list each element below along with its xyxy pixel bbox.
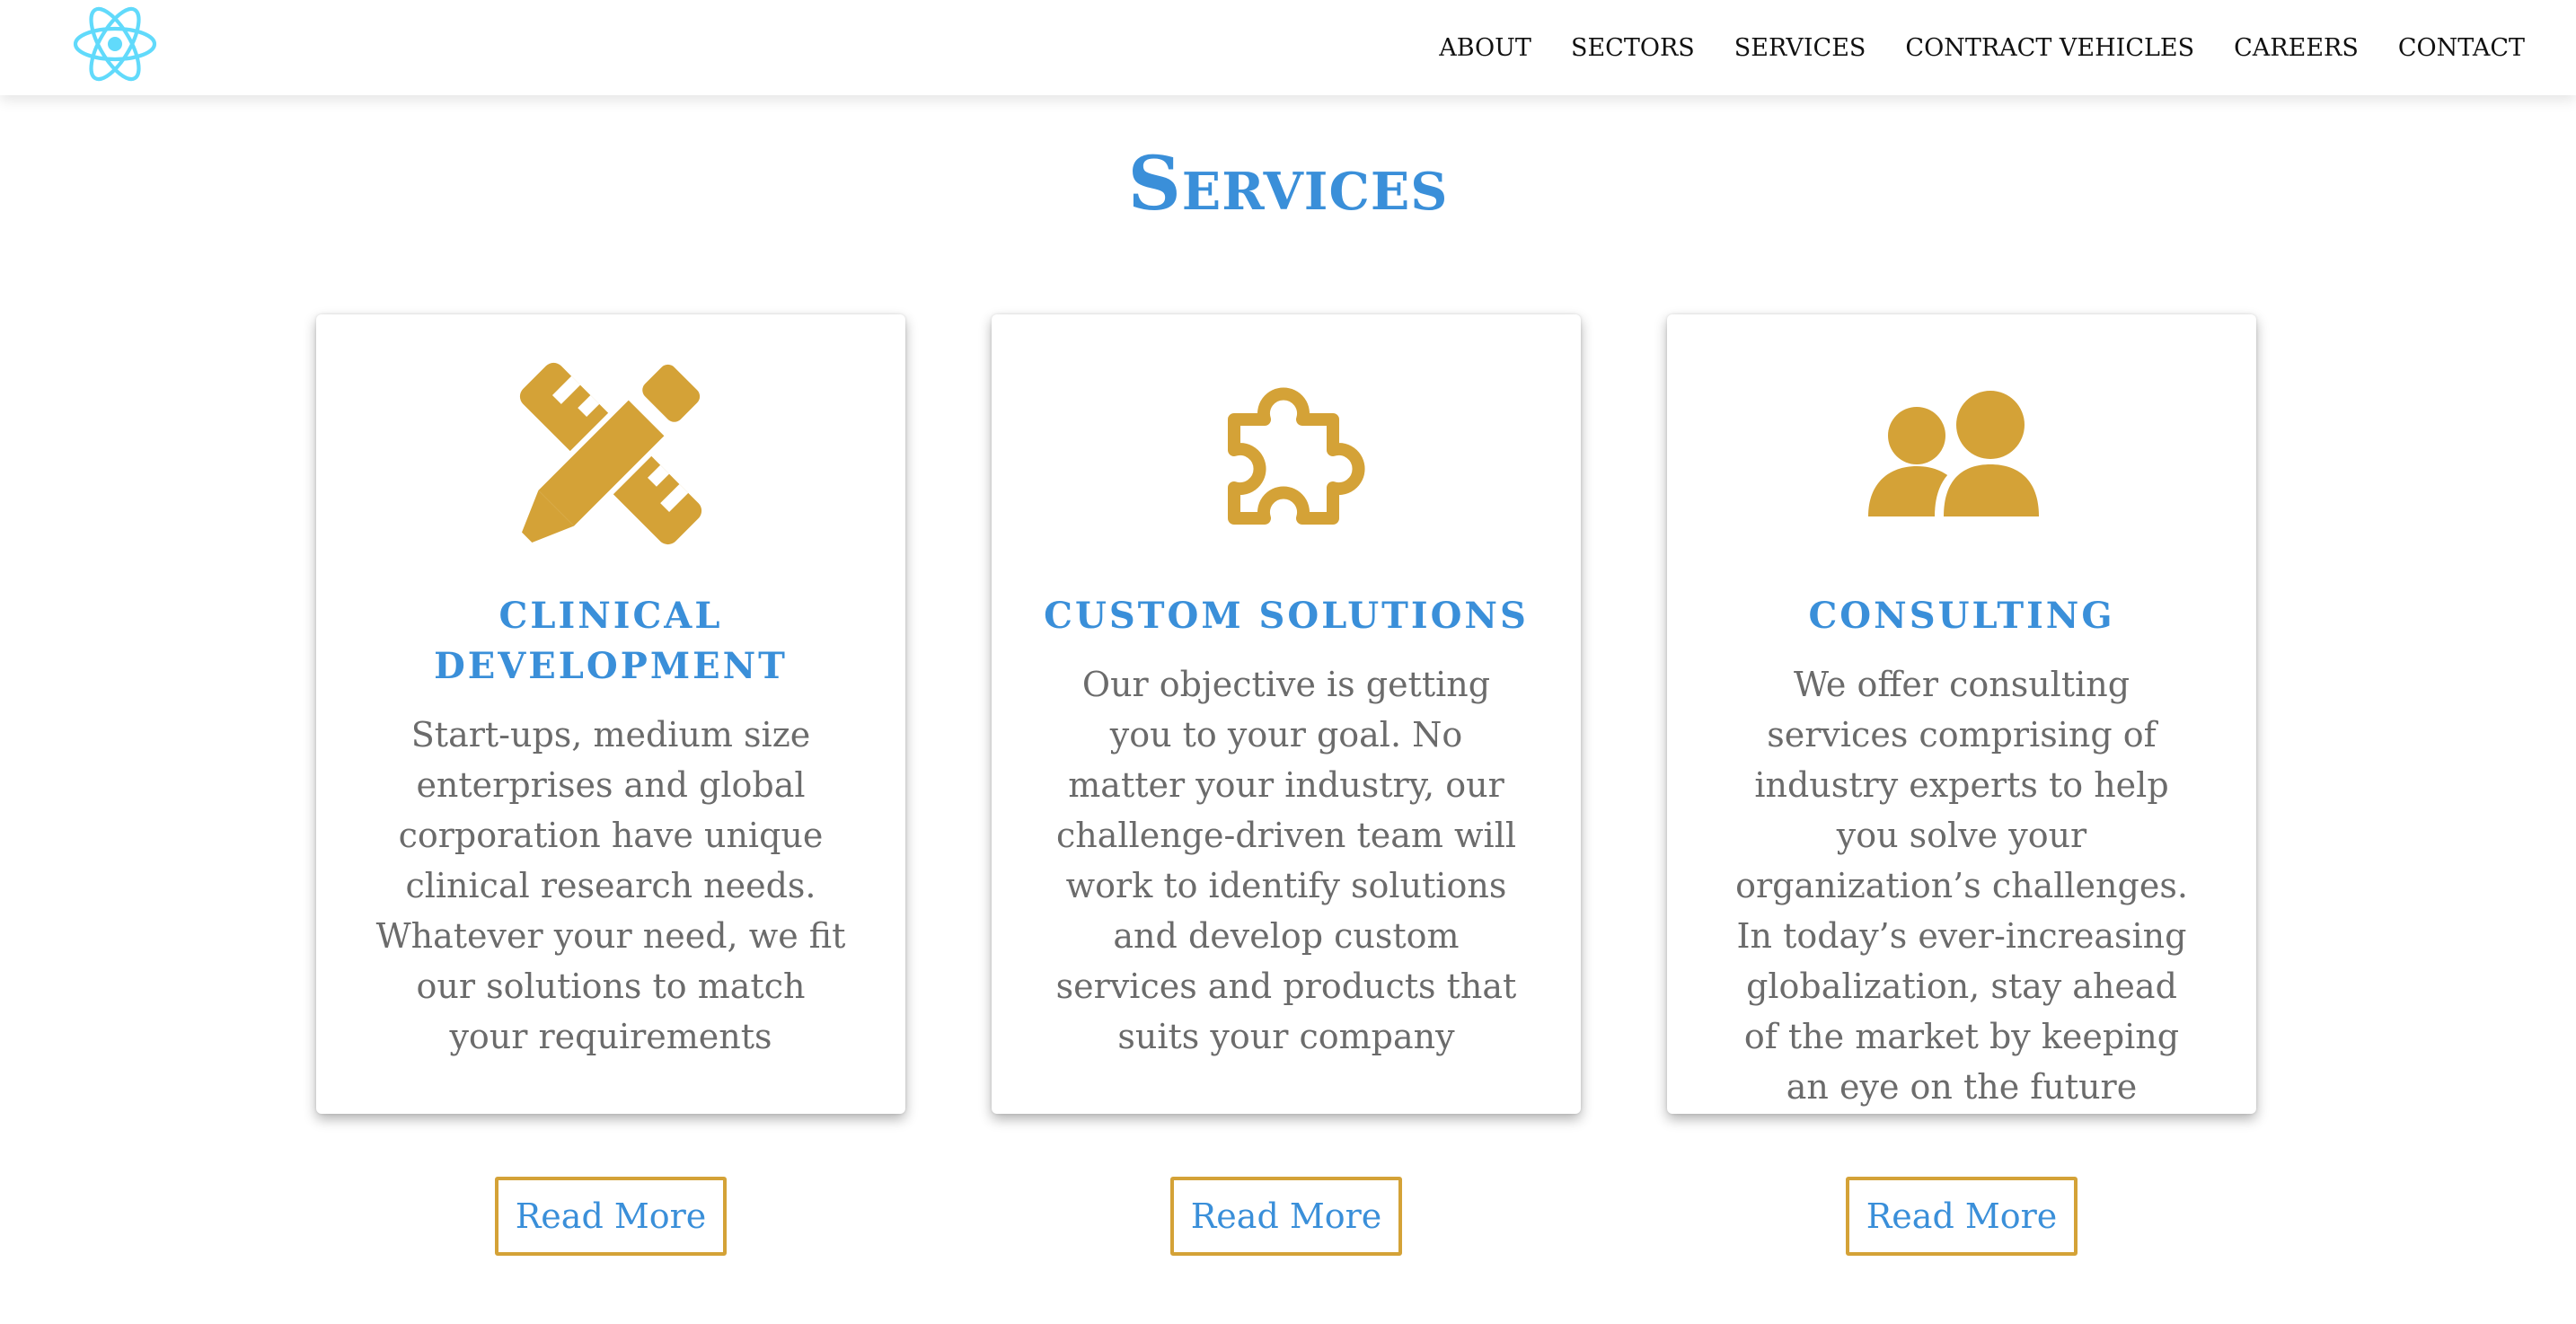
site-header: ABOUT SECTORS SERVICES CONTRACT VEHICLES… [0, 0, 2576, 95]
card-description: Start-ups, medium size enterprises and g… [375, 715, 846, 1056]
pencil-ruler-icon [316, 359, 905, 548]
read-more-button-custom-solutions[interactable]: Read More [1170, 1177, 1402, 1256]
card-description: We offer consulting services comprising … [1735, 665, 2188, 1107]
main-nav: ABOUT SECTORS SERVICES CONTRACT VEHICLES… [1439, 0, 2525, 95]
services-cards: Clinical Development Start-ups, medium s… [316, 314, 2256, 1114]
service-card-custom-solutions: Custom Solutions Our objective is gettin… [992, 314, 1581, 1114]
card-title: Clinical Development [434, 595, 788, 687]
card-title: Consulting [1808, 595, 2115, 637]
page-title: Services [1127, 141, 1449, 227]
nav-contact[interactable]: CONTACT [2398, 34, 2525, 62]
read-more-button-clinical-development[interactable]: Read More [495, 1177, 727, 1256]
service-card-consulting: Consulting We offer consulting services … [1667, 314, 2256, 1114]
puzzle-piece-icon [992, 359, 1581, 548]
nav-contract-vehicles[interactable]: CONTRACT VEHICLES [1905, 34, 2194, 62]
react-logo-icon[interactable] [70, 4, 160, 84]
read-more-button-consulting[interactable]: Read More [1846, 1177, 2078, 1256]
nav-about[interactable]: ABOUT [1439, 34, 1531, 62]
card-description: Our objective is getting you to your goa… [1055, 665, 1517, 1056]
service-card-clinical-development: Clinical Development Start-ups, medium s… [316, 314, 905, 1114]
card-title: Custom Solutions [1044, 595, 1529, 637]
nav-sectors[interactable]: SECTORS [1571, 34, 1695, 62]
nav-services[interactable]: SERVICES [1734, 34, 1866, 62]
users-icon [1667, 359, 2256, 548]
nav-careers[interactable]: CAREERS [2234, 34, 2359, 62]
